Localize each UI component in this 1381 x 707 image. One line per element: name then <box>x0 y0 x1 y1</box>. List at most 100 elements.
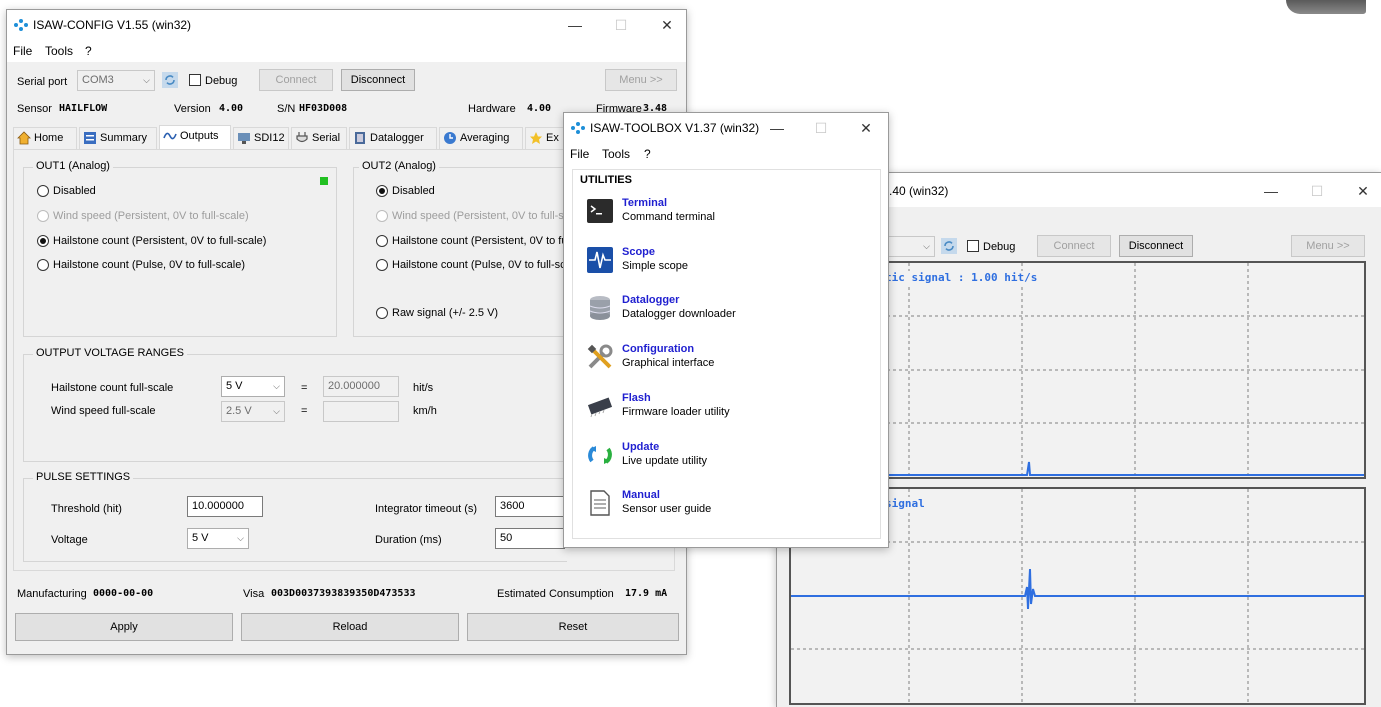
scope-trace-bottom <box>791 568 1364 610</box>
wind-unit: km/h <box>413 405 437 417</box>
tab-sdi12[interactable]: SDI12 <box>233 127 289 149</box>
pulse-voltage-value: 5 V <box>192 532 209 544</box>
out1-hail-pulse-label: Hailstone count (Pulse, 0V to full-scale… <box>53 259 245 271</box>
menu-tools[interactable]: Tools <box>602 147 630 161</box>
tab-datalogger-label: Datalogger <box>370 132 424 144</box>
chevron-down-icon: ⌵ <box>923 241 930 251</box>
sensor-label: Sensor <box>17 103 52 115</box>
threshold-field[interactable]: 10.000000 <box>187 496 263 517</box>
wind-range-select[interactable]: 2.5 V ⌵ <box>221 401 285 422</box>
tool-flash[interactable]: Flash Firmware loader utility <box>586 392 876 438</box>
tool-update[interactable]: Update Live update utility <box>586 441 876 487</box>
menu-tools[interactable]: Tools <box>45 44 73 58</box>
out2-disabled-radio[interactable] <box>376 185 388 197</box>
out2-wind-radio[interactable] <box>376 210 388 222</box>
tool-manual[interactable]: Manual Sensor user guide <box>586 489 876 535</box>
connect-button[interactable]: Connect <box>1037 235 1111 257</box>
chevron-down-icon: ⌵ <box>273 406 280 416</box>
integrator-field[interactable]: 3600 <box>495 496 565 517</box>
refresh-icon[interactable] <box>941 238 957 254</box>
disconnect-button[interactable]: Disconnect <box>341 69 415 91</box>
hardware-label: Hardware <box>468 103 516 115</box>
close-button[interactable]: ✕ <box>1343 180 1381 202</box>
maximize-button[interactable]: ☐ <box>801 117 841 139</box>
out1-hail-persistent-radio[interactable] <box>37 235 49 247</box>
minimize-button[interactable]: — <box>757 117 797 139</box>
integrator-label: Integrator timeout (s) <box>375 503 478 515</box>
debug-checkbox[interactable] <box>189 74 201 86</box>
menu-expand-button[interactable]: Menu >> <box>605 69 677 91</box>
out1-hail-pulse-radio[interactable] <box>37 259 49 271</box>
out2-raw-signal-radio[interactable] <box>376 307 388 319</box>
menu-file[interactable]: File <box>570 147 589 161</box>
refresh-icon[interactable] <box>162 72 178 88</box>
apply-button[interactable]: Apply <box>15 613 233 641</box>
duration-label: Duration (ms) <box>375 534 442 546</box>
tab-sdi12-label: SDI12 <box>254 132 285 144</box>
reload-button[interactable]: Reload <box>241 613 459 641</box>
close-button[interactable]: ✕ <box>846 117 886 139</box>
hail-unit: hit/s <box>413 382 434 394</box>
tab-serial[interactable]: Serial <box>291 127 347 149</box>
reset-button[interactable]: Reset <box>467 613 679 641</box>
out1-wind-radio[interactable] <box>37 210 49 222</box>
tab-outputs[interactable]: Outputs <box>159 125 231 149</box>
tool-configuration[interactable]: Configuration Graphical interface <box>586 343 876 389</box>
maximize-button[interactable]: ☐ <box>601 14 641 36</box>
out2-hail-pulse-label: Hailstone count (Pulse, 0V to full-sca <box>392 259 564 271</box>
tool-manual-desc: Sensor user guide <box>622 503 712 515</box>
debug-checkbox[interactable] <box>967 240 979 252</box>
tool-terminal[interactable]: Terminal Command terminal <box>586 197 876 243</box>
consumption-label: Estimated Consumption <box>497 588 614 600</box>
pulse-voltage-select[interactable]: 5 V ⌵ <box>187 528 249 549</box>
tool-configuration-desc: Graphical interface <box>622 357 715 369</box>
serial-port-select[interactable]: COM3 ⌵ <box>77 70 155 91</box>
hail-equals: = <box>301 382 308 394</box>
tab-averaging[interactable]: Averaging <box>439 127 523 149</box>
tool-flash-desc: Firmware loader utility <box>622 406 730 418</box>
debug-label: Debug <box>983 241 1016 253</box>
chevron-down-icon: ⌵ <box>143 75 150 85</box>
menu-expand-button[interactable]: Menu >> <box>1291 235 1365 257</box>
wind-fullscale-field[interactable] <box>323 401 399 422</box>
tab-datalogger[interactable]: Datalogger <box>349 127 437 149</box>
close-button[interactable]: ✕ <box>647 14 687 36</box>
maximize-button[interactable]: ☐ <box>1297 180 1337 202</box>
toolbox-titlebar: ISAW-TOOLBOX V1.37 (win32) — ☐ ✕ <box>564 113 888 143</box>
refresh-icon <box>588 446 612 464</box>
duration-field[interactable]: 50 <box>495 528 565 549</box>
tool-datalogger[interactable]: Datalogger Datalogger downloader <box>586 294 876 340</box>
out1-disabled-radio[interactable] <box>37 185 49 197</box>
wind-range-value: 2.5 V <box>226 405 252 417</box>
database-icon <box>589 296 611 320</box>
menu-help[interactable]: ? <box>644 147 651 161</box>
tool-terminal-desc: Command terminal <box>622 211 715 223</box>
wind-equals: = <box>301 405 308 417</box>
scope-title: .40 (win32) <box>889 184 949 198</box>
voltage-ranges-title: OUTPUT VOLTAGE RANGES <box>33 347 187 359</box>
summary-icon <box>84 132 96 144</box>
menu-help[interactable]: ? <box>85 44 92 58</box>
minimize-button[interactable]: — <box>555 14 595 36</box>
out2-hail-persistent-radio[interactable] <box>376 235 388 247</box>
minimize-button[interactable]: — <box>1251 180 1291 202</box>
hail-fullscale-field[interactable]: 20.000000 <box>323 376 399 397</box>
version-label: Version <box>174 103 211 115</box>
chevron-down-icon: ⌵ <box>273 381 280 391</box>
tool-scope[interactable]: Scope Simple scope <box>586 246 876 292</box>
scope-plot-bottom-label: signal <box>885 497 925 510</box>
out1-disabled-label: Disabled <box>53 185 96 197</box>
connect-button[interactable]: Connect <box>259 69 333 91</box>
tab-summary[interactable]: Summary <box>79 127 157 149</box>
menu-file[interactable]: File <box>13 44 32 58</box>
hail-range-value: 5 V <box>226 380 243 392</box>
hail-range-select[interactable]: 5 V ⌵ <box>221 376 285 397</box>
tab-home-label: Home <box>34 132 64 144</box>
out2-hail-pulse-radio[interactable] <box>376 259 388 271</box>
tab-outputs-label: Outputs <box>180 130 219 142</box>
tab-home[interactable]: Home <box>13 127 77 149</box>
document-icon <box>590 490 610 516</box>
device-photo-fragment <box>1286 0 1366 14</box>
disconnect-button[interactable]: Disconnect <box>1119 235 1193 257</box>
consumption-value: 17.9 mA <box>625 588 668 599</box>
